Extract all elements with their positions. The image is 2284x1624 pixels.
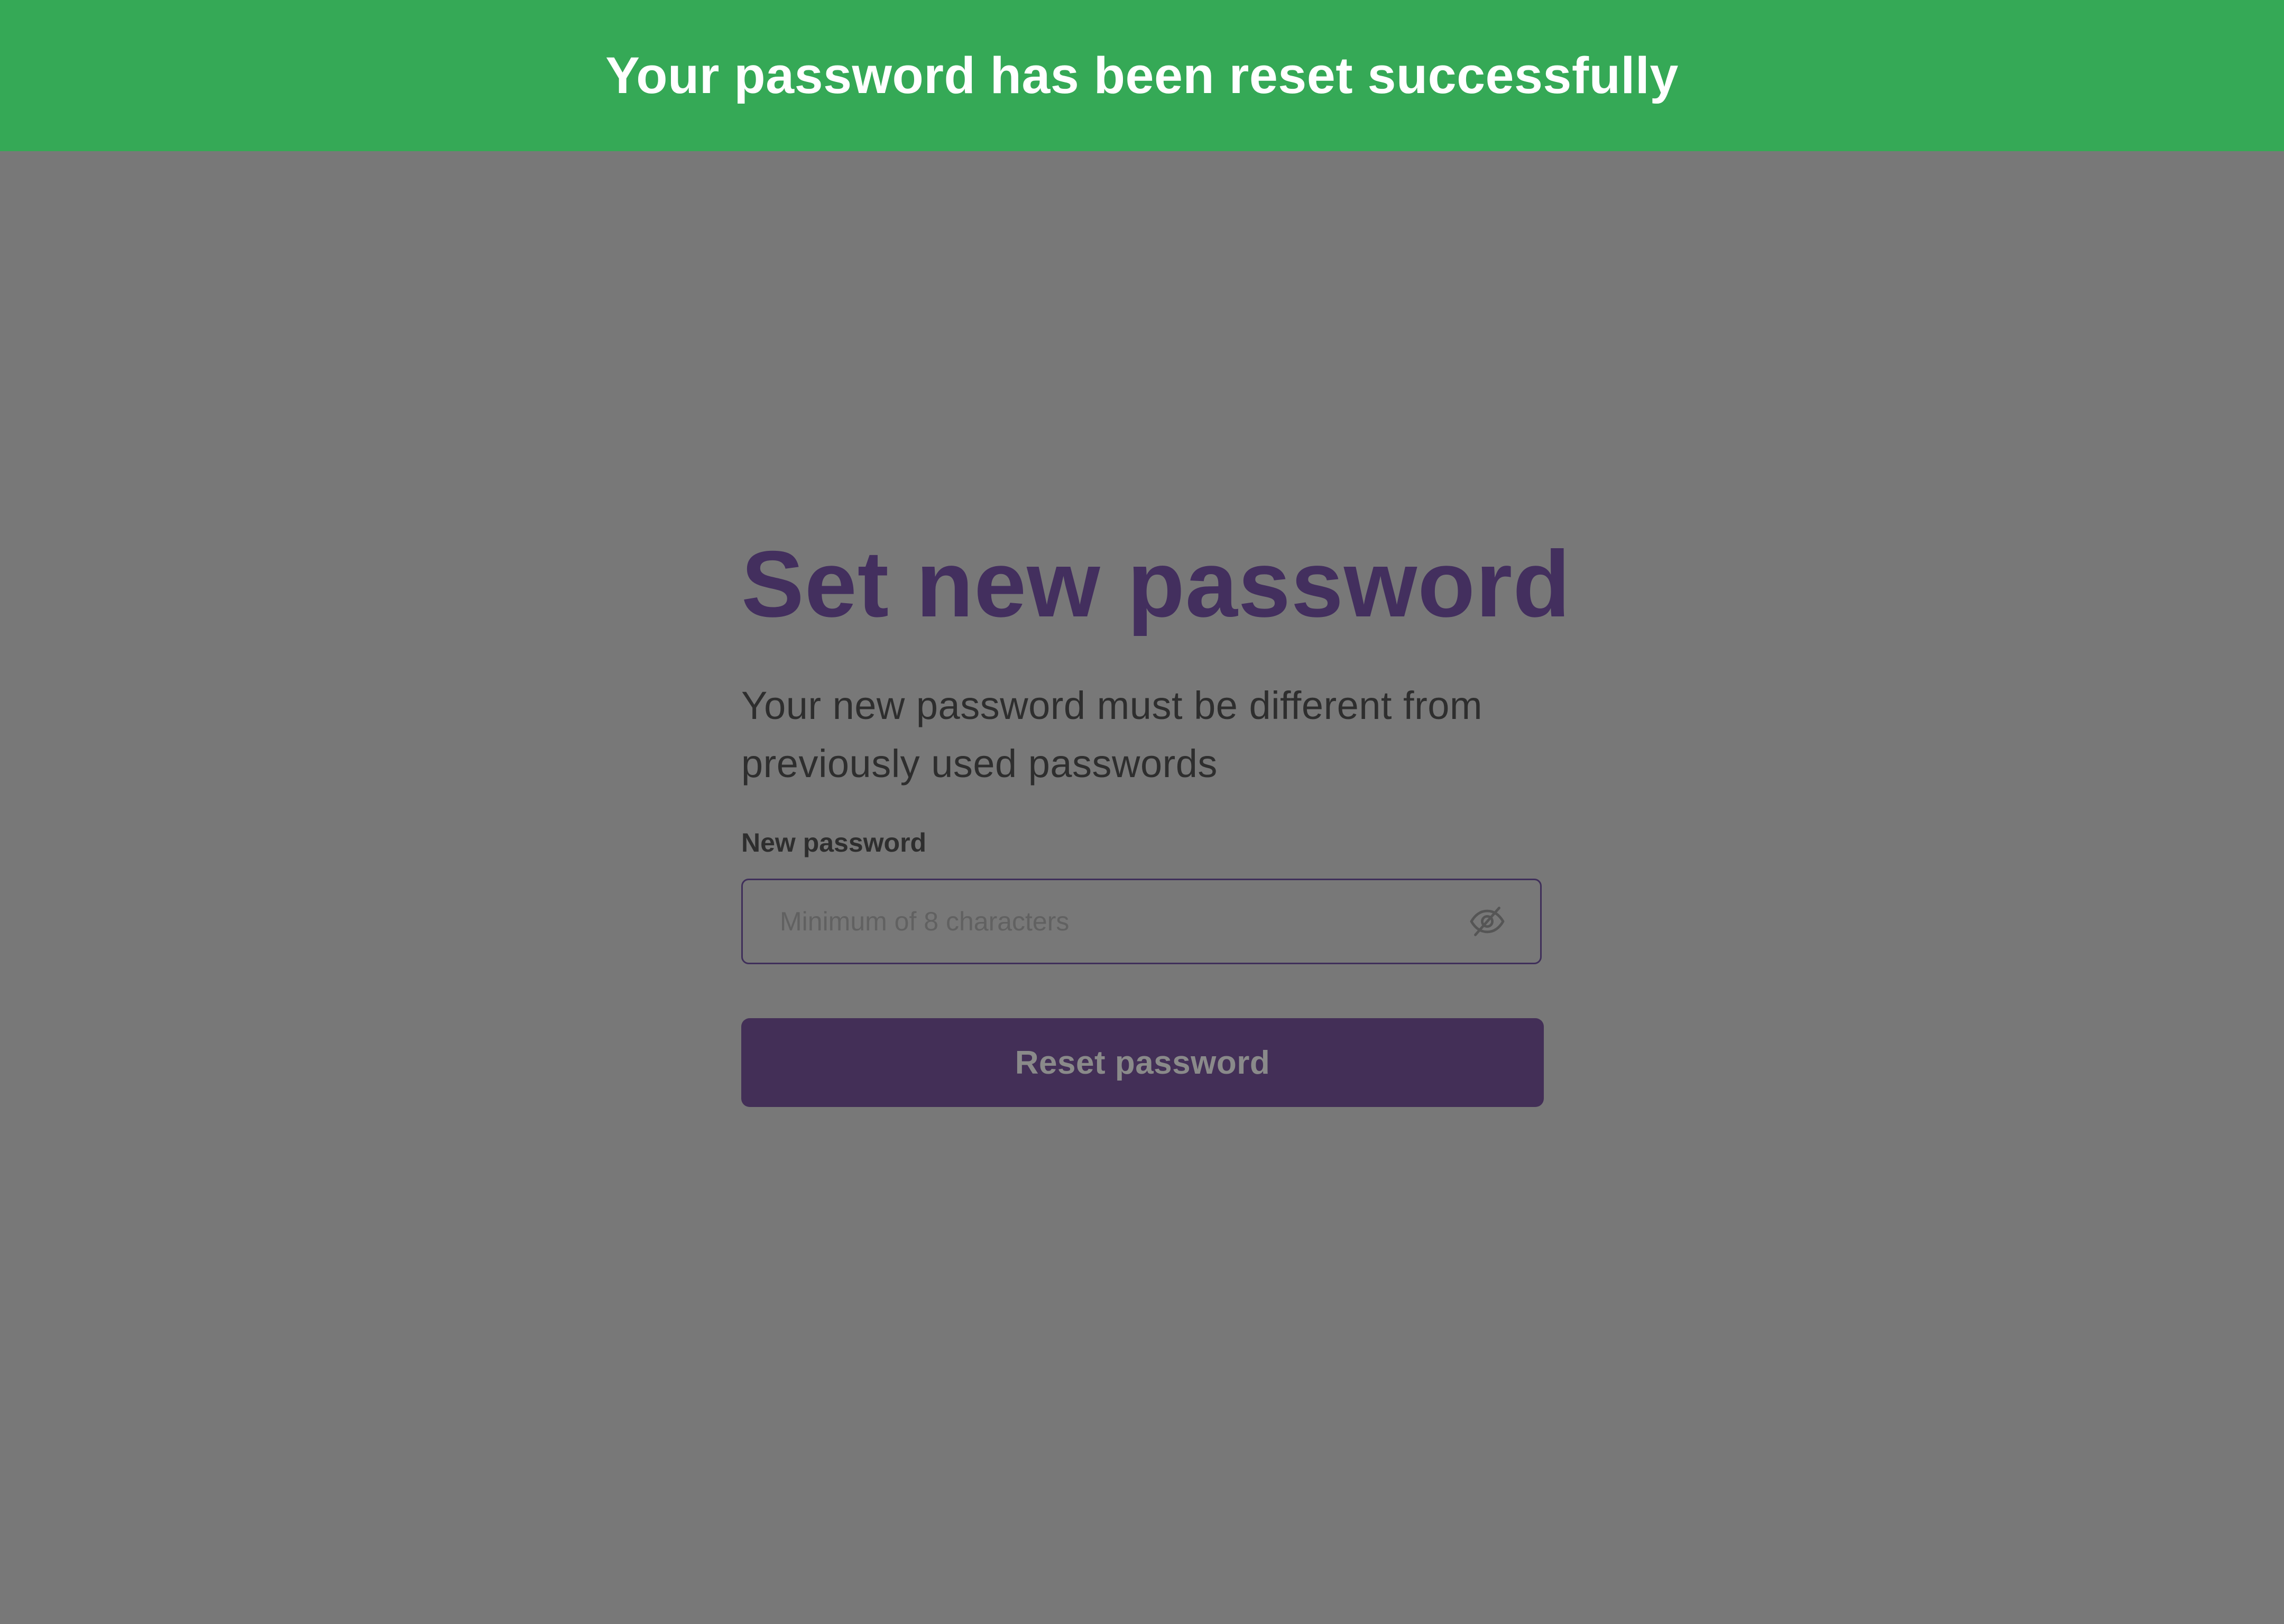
success-toast: Your password has been reset successfull… (0, 0, 2284, 151)
new-password-input[interactable] (780, 880, 1467, 963)
page-title: Set new password (741, 531, 1571, 636)
password-field[interactable] (741, 879, 1542, 964)
reset-password-button[interactable]: Reset password (741, 1018, 1544, 1107)
eye-off-icon[interactable] (1467, 901, 1507, 942)
page-subtitle: Your new password must be different from… (741, 684, 1483, 786)
new-password-label: New password (741, 828, 927, 857)
toast-message: Your password has been reset successfull… (605, 47, 1679, 104)
